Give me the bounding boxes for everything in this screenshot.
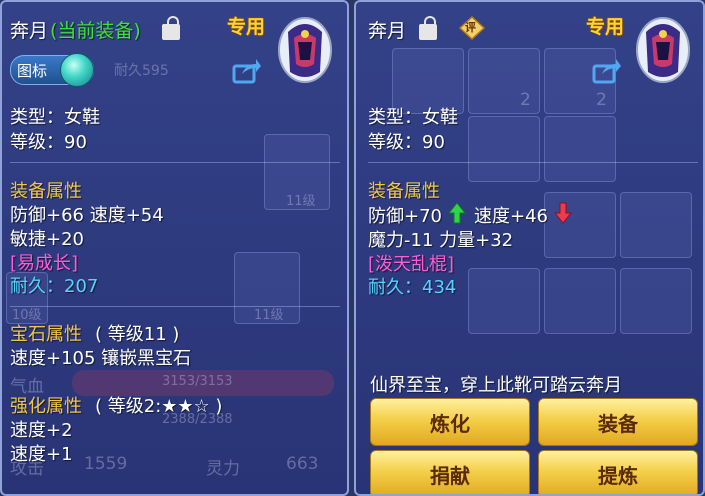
enhance-level: ( 等级2:★★☆ ): [95, 396, 223, 417]
attribute-line: 魔力-11 力量+32: [368, 230, 514, 251]
refine-button[interactable]: 炼化: [370, 398, 530, 446]
bg-attack-value: 1559: [84, 454, 128, 474]
bg-spirit-label: 灵力: [206, 459, 240, 479]
bg-hp-value: 3153/3153: [162, 374, 233, 389]
gem-attributes-header: 宝石属性: [10, 324, 82, 345]
item-type: 类型：女鞋: [368, 107, 458, 128]
divider: [10, 162, 340, 163]
bg-slot: [544, 268, 616, 334]
equipped-status: (当前装备): [50, 20, 141, 42]
attribute-line: 敏捷+20: [10, 229, 84, 250]
orb-icon: [60, 53, 94, 87]
bg-slot: [544, 116, 616, 182]
equipment-attributes-header: 装备属性: [368, 181, 440, 202]
arrow-down-icon: [554, 202, 572, 224]
donate-button[interactable]: 捐献: [370, 450, 530, 494]
shoe-item-icon: [636, 17, 690, 83]
item-type: 类型：女鞋: [10, 107, 100, 128]
attribute-defense: 防御+70: [368, 206, 442, 227]
enhance-attributes-header: 强化属性: [10, 396, 82, 417]
bg-spirit-value: 663: [286, 454, 319, 474]
enhance-line: 速度+1: [10, 444, 73, 465]
bg-slot-count: 2: [520, 90, 531, 110]
gem-line: 速度+105 镶嵌黑宝石: [10, 348, 192, 369]
item-description: 仙界至宝，穿上此靴可踏云奔月: [370, 375, 622, 396]
gem-level: ( 等级11 ): [95, 324, 180, 345]
lock-icon[interactable]: [162, 16, 180, 40]
divider: [368, 162, 698, 163]
bg-slot: [468, 116, 540, 182]
extract-button[interactable]: 提炼: [538, 450, 698, 494]
item-title: 奔月: [368, 20, 407, 42]
shoe-item-icon: [278, 17, 332, 83]
durability: 耐久：207: [10, 276, 99, 297]
current-equipment-panel: 耐久595 11级 11级 10级 气血 3153/3153 2388/2388…: [0, 0, 349, 496]
lock-icon[interactable]: [419, 16, 437, 40]
bg-slot: [620, 192, 692, 258]
share-icon[interactable]: [232, 58, 262, 84]
equip-button[interactable]: 装备: [538, 398, 698, 446]
icon-toggle-button[interactable]: 图标: [10, 53, 94, 87]
attribute-line: 防御+66 速度+54: [10, 205, 164, 226]
enhance-line: 速度+2: [10, 420, 73, 441]
bg-slot: [468, 268, 540, 334]
durability: 耐久：434: [368, 277, 457, 298]
equipment-attributes-header: 装备属性: [10, 181, 82, 202]
divider: [10, 306, 340, 307]
bg-slot-level: 11级: [286, 194, 316, 209]
compare-equipment-panel: 2 2 奔月 评 专用 类型：女鞋 等级：90 装备属性 防御+70 速度+46…: [354, 0, 705, 496]
exclusive-label: 专用: [227, 16, 266, 38]
arrow-up-icon: [448, 202, 466, 224]
exclusive-label: 专用: [586, 16, 625, 38]
icon-toggle-label: 图标: [17, 62, 48, 80]
bg-durability-ghost: 耐久595: [114, 63, 169, 79]
attribute-speed: 速度+46: [474, 206, 548, 227]
item-level: 等级：90: [368, 132, 445, 153]
bg-slot: [620, 268, 692, 334]
item-title: 奔月: [10, 20, 49, 42]
rating-label: 评: [465, 21, 476, 34]
bg-slot-count: 2: [596, 90, 607, 110]
share-icon[interactable]: [592, 58, 622, 84]
item-level: 等级：90: [10, 132, 87, 153]
